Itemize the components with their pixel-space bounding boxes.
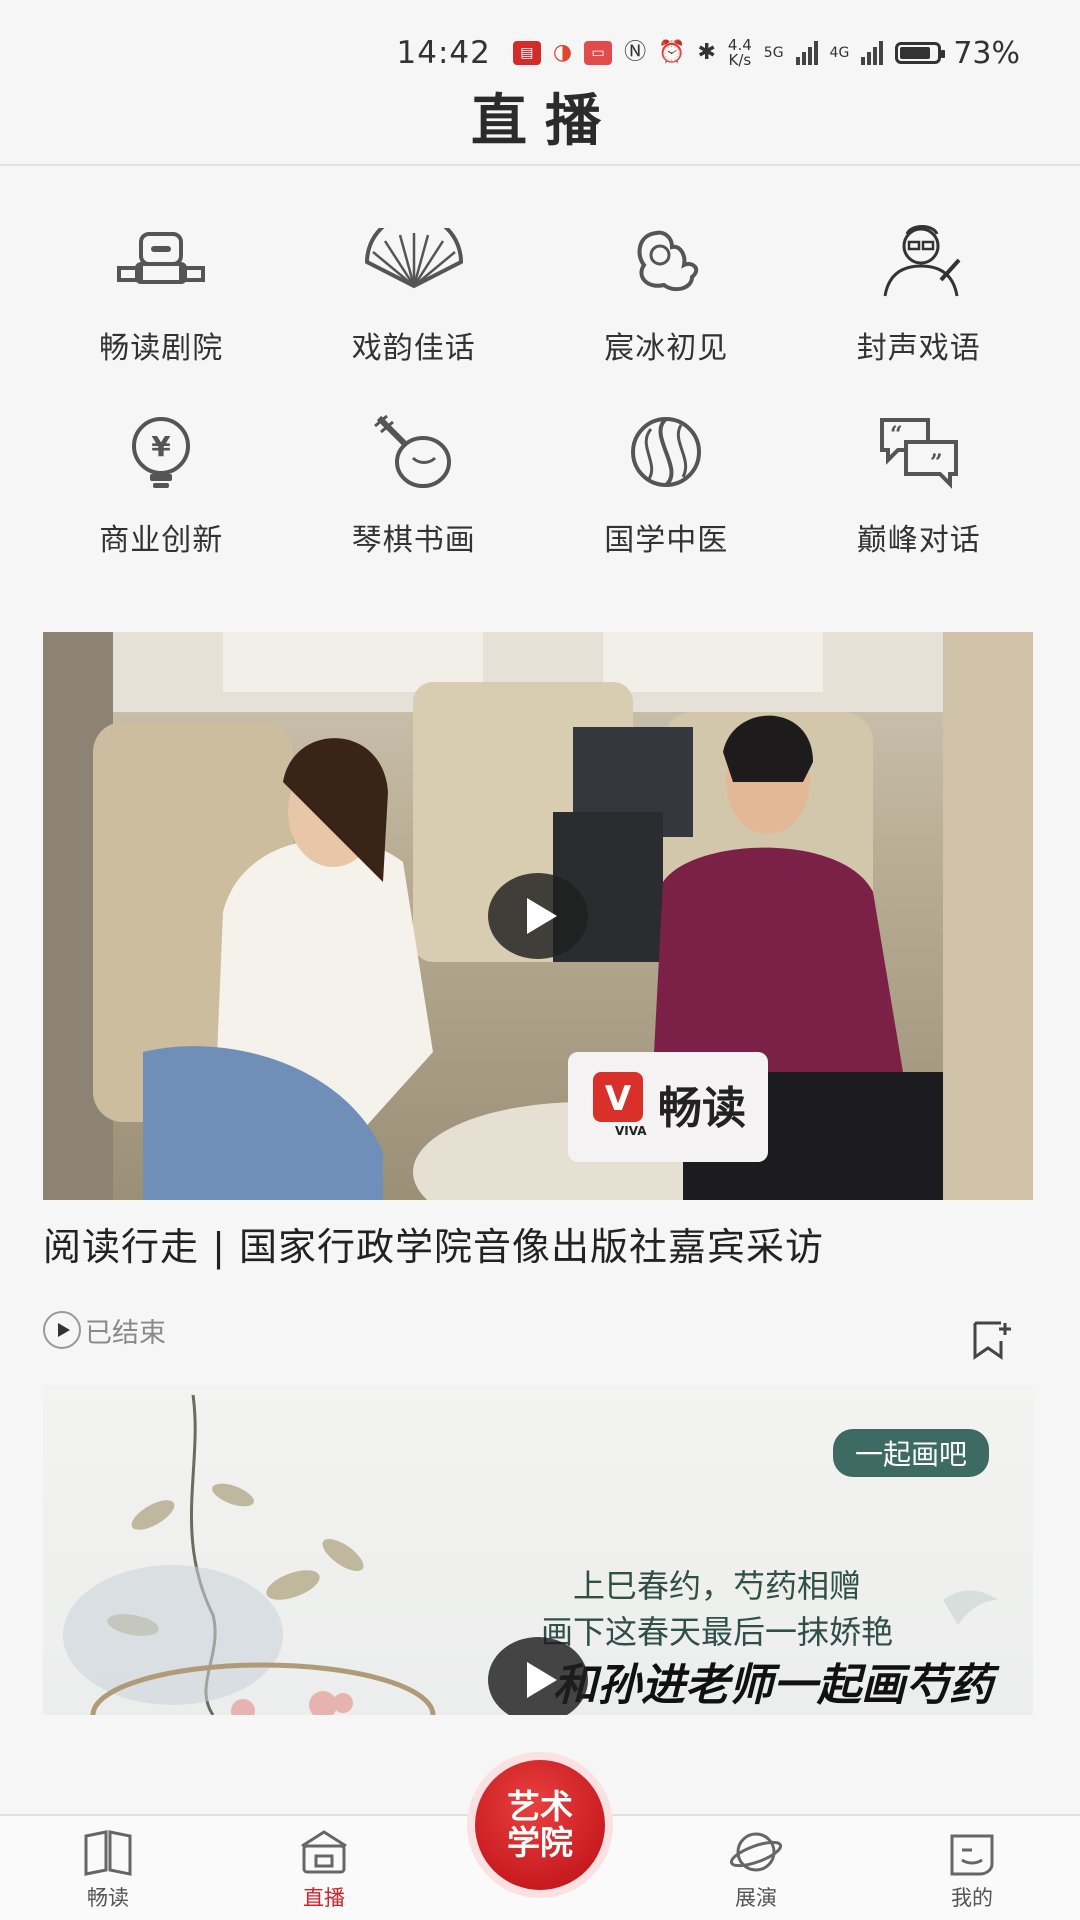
yin-yang-icon	[606, 407, 726, 497]
book-icon	[84, 1830, 132, 1876]
tab-changdu[interactable]: 畅读	[28, 1828, 188, 1920]
live-status: 已结束	[43, 1311, 166, 1350]
tab-label: 畅读	[87, 1886, 129, 1910]
battery-icon	[895, 42, 946, 64]
page-header: 直播	[0, 82, 1080, 166]
category-label: 戏韵佳话	[351, 331, 476, 366]
category-theater[interactable]: 畅读剧院	[35, 215, 288, 367]
category-chenbing[interactable]: 宸冰初见	[540, 215, 793, 367]
live-card-interview[interactable]: V 畅读 VIVA 阅读行走 | 国家行政学院音像出版社嘉宾采访 已结束	[43, 632, 1033, 1361]
category-label: 宸冰初见	[604, 331, 729, 366]
woman-portrait-icon	[606, 215, 726, 305]
video-thumbnail[interactable]: V 畅读 VIVA	[43, 632, 1033, 1200]
category-label: 琴棋书画	[351, 523, 476, 558]
fan-icon	[354, 215, 474, 305]
tag-badge: 一起画吧	[832, 1429, 989, 1477]
signal-5g-label: 5G	[763, 45, 784, 61]
tab-label: 展演	[735, 1886, 777, 1910]
status-icons: 14:42 ▤ ◑ ▭ Ⓝ ⏰ ✱ 4.4 K/s 5G 4G 73%	[397, 28, 1020, 78]
svg-text:”: ”	[930, 450, 943, 476]
category-opera[interactable]: 戏韵佳话	[288, 215, 541, 367]
category-label: 巅峰对话	[856, 523, 981, 558]
status-time: 14:42	[396, 35, 491, 71]
tab-label: 直播	[303, 1886, 345, 1910]
theater-seat-icon	[101, 215, 221, 305]
tab-live[interactable]: 直播	[244, 1828, 404, 1920]
yen-bulb-icon: ¥	[101, 407, 221, 497]
svg-text:“: “	[890, 422, 903, 448]
play-button[interactable]	[488, 873, 588, 959]
bluetooth-icon: ✱	[697, 40, 716, 65]
category-arts[interactable]: 琴棋书画	[288, 407, 541, 559]
face-icon	[950, 1834, 994, 1876]
planet-icon	[729, 1832, 783, 1872]
tab-show[interactable]: 展演	[676, 1828, 836, 1920]
tab-label: 我的	[951, 1886, 993, 1910]
alarm-icon: ⏰	[658, 40, 686, 65]
man-portrait-icon	[859, 215, 979, 305]
art-academy-label: 艺术学院	[507, 1787, 573, 1862]
logo-sub: VIVA	[615, 1124, 647, 1138]
category-guoxue[interactable]: 国学中医	[540, 407, 793, 559]
video-thumbnail[interactable]: 一起画吧 上巳春约，芍药相赠 画下这春天最后一抹娇艳 和孙进老师一起画芍药	[43, 1385, 1033, 1715]
live-card-painting[interactable]: 一起画吧 上巳春约，芍药相赠 画下这春天最后一抹娇艳 和孙进老师一起画芍药	[43, 1385, 1033, 1715]
add-bookmark-icon[interactable]	[971, 1317, 1015, 1361]
book-notification-icon: ▭	[584, 41, 613, 65]
category-label: 畅读剧院	[99, 331, 224, 366]
category-label: 商业创新	[99, 523, 224, 558]
signal-bars-icon-2	[861, 41, 884, 65]
play-button[interactable]	[488, 1637, 588, 1715]
bottom-tab-bar: 畅读 直播 展演 我的 艺术学院	[0, 1760, 1080, 1920]
app-notification-icon: ▤	[512, 41, 541, 65]
pipa-instrument-icon	[354, 407, 474, 497]
card-meta: 已结束	[43, 1299, 1033, 1361]
category-label: 国学中医	[604, 523, 729, 558]
card-title[interactable]: 阅读行走 | 国家行政学院音像出版社嘉宾采访	[43, 1216, 1033, 1271]
play-circle-icon	[43, 1311, 81, 1349]
status-text: 已结束	[85, 1317, 166, 1349]
dialogue-bubbles-icon: “”	[859, 407, 979, 497]
category-fengsheng[interactable]: 封声戏语	[793, 215, 1046, 367]
color-swirl-icon: ◑	[552, 40, 573, 65]
nfc-icon: Ⓝ	[624, 40, 647, 65]
category-grid: 畅读剧院 戏韵佳话 宸冰初见 封声戏语 ¥ 商业创新 琴棋书画 国学中医 “ ”…	[35, 215, 1045, 559]
svg-text:¥: ¥	[152, 430, 172, 463]
category-business[interactable]: ¥ 商业创新	[35, 407, 288, 559]
signal-4g-label: 4G	[829, 45, 850, 61]
category-summit[interactable]: “” 巅峰对话	[793, 407, 1046, 559]
tab-mine[interactable]: 我的	[892, 1828, 1052, 1920]
art-academy-button[interactable]: 艺术学院	[475, 1760, 605, 1890]
logo-text: 畅读	[658, 1083, 746, 1134]
svg-text:V: V	[605, 1079, 632, 1119]
net-speed: 4.4 K/s	[727, 36, 752, 69]
poem-text: 上巳春约，芍药相赠 画下这春天最后一抹娇艳	[540, 1567, 893, 1651]
calligraphy-text: 和孙进老师一起画芍药	[553, 1660, 993, 1711]
signal-bars-icon	[795, 41, 818, 65]
battery-percent: 73%	[953, 35, 1020, 71]
page-title: 直播	[471, 89, 619, 154]
house-tv-icon	[301, 1830, 347, 1874]
category-label: 封声戏语	[856, 331, 981, 366]
